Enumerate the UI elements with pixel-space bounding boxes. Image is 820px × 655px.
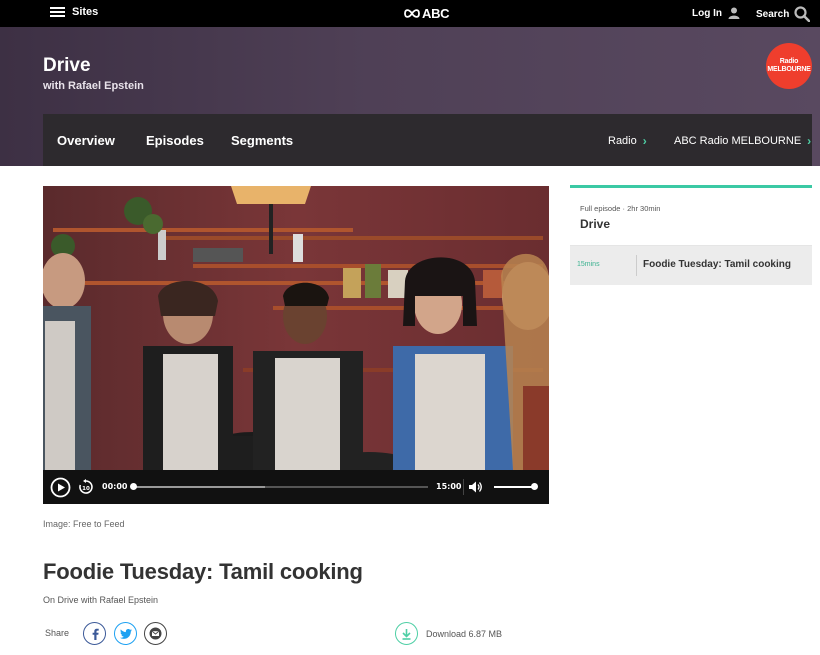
share-twitter-button[interactable]: [114, 622, 137, 645]
search-icon: [794, 6, 811, 22]
segment-subtitle[interactable]: On Drive with Rafael Epstein: [43, 595, 158, 605]
station-logo[interactable]: Radio MELBOURNE: [766, 43, 812, 89]
tab-segments[interactable]: Segments: [231, 133, 293, 148]
station-logo-line2: MELBOURNE: [767, 66, 811, 73]
search-button[interactable]: Search: [756, 6, 811, 22]
hamburger-icon: [50, 6, 65, 18]
rewind-10-icon[interactable]: 10: [78, 479, 94, 495]
progress-handle[interactable]: [130, 483, 137, 490]
download-button[interactable]: Download 6.87 MB: [395, 622, 502, 645]
download-label: Download 6.87 MB: [426, 628, 503, 639]
tab-overview[interactable]: Overview: [57, 133, 115, 148]
volume-icon[interactable]: [468, 480, 483, 494]
download-icon: [395, 622, 418, 645]
global-topbar: Sites ABC Log In Search: [0, 0, 820, 27]
program-header: Drive with Rafael Epstein Radio MELBOURN…: [0, 27, 820, 166]
breadcrumb-radio-label: Radio: [608, 135, 637, 147]
user-icon: [728, 7, 740, 19]
episode-meta: Full episode · 2hr 30min: [580, 204, 661, 213]
breadcrumb-station[interactable]: ABC Radio MELBOURNE ›: [674, 134, 811, 148]
facebook-icon: [92, 628, 99, 640]
duration-time: 15:00: [436, 482, 462, 491]
volume-handle[interactable]: [531, 483, 538, 490]
full-episode-card[interactable]: Full episode · 2hr 30min Drive: [570, 188, 812, 246]
share-email-button[interactable]: [144, 622, 167, 645]
program-nav: Overview Episodes Segments Radio › ABC R…: [43, 114, 812, 166]
list-item[interactable]: 15mins Foodie Tuesday: Tamil cooking: [570, 246, 812, 285]
program-title[interactable]: Drive: [43, 55, 91, 77]
segment-image: [43, 186, 549, 470]
login-label: Log In: [692, 7, 722, 19]
episode-title: Drive: [580, 217, 611, 231]
progress-bar[interactable]: [132, 486, 428, 488]
progress-buffer: [132, 486, 265, 488]
segment-title: Foodie Tuesday: Tamil cooking: [43, 559, 363, 584]
segment-divider: [636, 255, 637, 276]
image-caption: Image: Free to Feed: [43, 519, 125, 529]
controls-divider: [463, 479, 464, 495]
player-controls: 10 00:00 15:00: [43, 470, 549, 504]
share-label: Share: [45, 628, 70, 638]
twitter-icon: [119, 628, 132, 639]
segment-list-title: Foodie Tuesday: Tamil cooking: [643, 259, 791, 270]
sites-label: Sites: [72, 6, 99, 18]
abc-logo-text: ABC: [422, 6, 450, 21]
current-time: 00:00: [102, 482, 128, 491]
volume-slider[interactable]: [494, 486, 534, 488]
episode-sidebar: Full episode · 2hr 30min Drive 15mins Fo…: [570, 185, 812, 285]
login-button[interactable]: Log In: [692, 7, 740, 19]
station-logo-line1: Radio: [779, 58, 799, 65]
breadcrumb-station-label: ABC Radio MELBOURNE: [674, 135, 802, 147]
segment-duration: 15mins: [577, 261, 600, 268]
abc-logo[interactable]: ABC: [404, 6, 450, 21]
search-label: Search: [756, 8, 790, 20]
share-facebook-button[interactable]: [83, 622, 106, 645]
abc-lissajous-icon: [404, 9, 420, 18]
tab-episodes[interactable]: Episodes: [146, 133, 204, 148]
program-host: with Rafael Epstein: [43, 80, 144, 92]
chevron-right-icon: ›: [642, 134, 647, 148]
email-icon: [149, 627, 162, 640]
video-player[interactable]: 10 00:00 15:00: [43, 186, 549, 504]
sites-menu-button[interactable]: Sites: [50, 6, 98, 18]
svg-text:10: 10: [82, 486, 90, 492]
play-icon[interactable]: [50, 477, 71, 498]
chevron-right-icon: ›: [807, 134, 812, 148]
breadcrumb-radio[interactable]: Radio ›: [608, 134, 647, 148]
